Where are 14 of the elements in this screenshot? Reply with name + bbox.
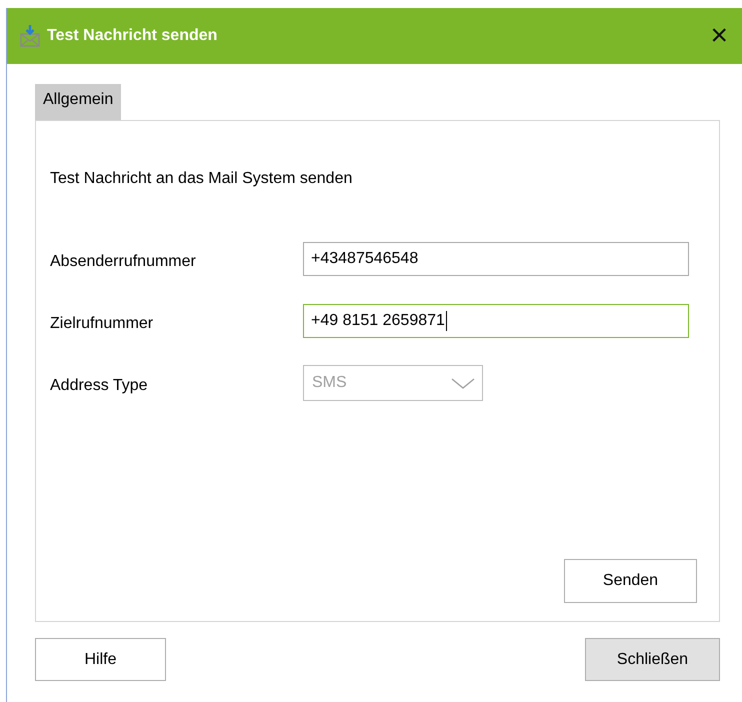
tab[interactable]: Allgemein bbox=[35, 84, 122, 120]
description-text: Test Nachricht an das Mail System senden bbox=[50, 170, 354, 188]
window-title: Test Nachricht senden bbox=[47, 27, 218, 45]
close-icon[interactable]: × bbox=[710, 21, 728, 51]
help-button[interactable]: Hilfe bbox=[35, 638, 166, 681]
field-label: Absenderrufnummer bbox=[50, 252, 197, 271]
envelope-icon bbox=[19, 24, 41, 48]
close-button[interactable]: Schließen bbox=[585, 638, 720, 681]
chevron-down-icon bbox=[450, 377, 476, 389]
input-field[interactable]: +49 8151 2659871 bbox=[303, 304, 689, 338]
field-label: Zielrufnummer bbox=[50, 314, 154, 333]
field-label: Address Type bbox=[50, 376, 149, 395]
send-button[interactable]: Senden bbox=[564, 559, 697, 603]
input-field[interactable]: +43487546548 bbox=[303, 242, 689, 276]
